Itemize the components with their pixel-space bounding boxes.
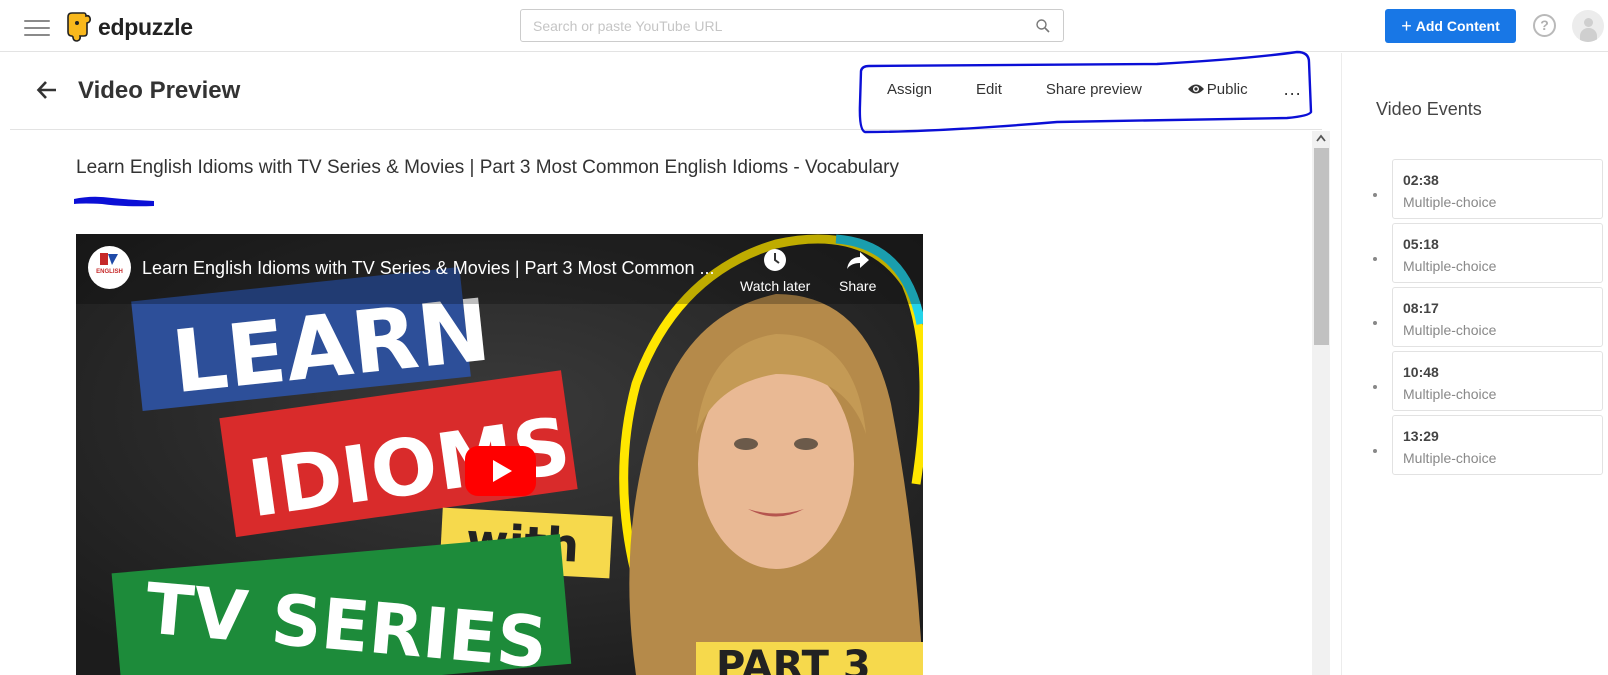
watch-later-button[interactable]: Watch later — [740, 248, 810, 294]
page-title: Video Preview — [78, 77, 241, 104]
search-bar[interactable] — [520, 9, 1064, 42]
plus-icon: + — [1401, 16, 1412, 36]
share-preview-button[interactable]: Share preview — [1046, 81, 1142, 98]
play-button-icon[interactable] — [465, 446, 536, 496]
timeline-dot — [1373, 449, 1377, 453]
channel-logo-icon — [100, 253, 118, 265]
event-item[interactable]: 10:48 Multiple-choice — [1373, 351, 1603, 411]
event-item[interactable]: 08:17 Multiple-choice — [1373, 287, 1603, 347]
timeline-dot — [1373, 385, 1377, 389]
event-type: Multiple-choice — [1403, 194, 1497, 210]
eye-icon — [1187, 84, 1204, 94]
event-time: 05:18 — [1403, 236, 1439, 252]
user-avatar[interactable] — [1572, 10, 1604, 42]
event-type: Multiple-choice — [1403, 258, 1497, 274]
public-label: Public — [1206, 80, 1248, 98]
video-player[interactable]: LEARN IDIOMS with TV SERIES PART 3 ENGLI… — [76, 234, 923, 675]
action-bar: Assign Edit Share preview Public ... — [856, 77, 1302, 101]
event-list: 02:38 Multiple-choice 05:18 Multiple-cho… — [1373, 159, 1603, 479]
search-input[interactable] — [533, 17, 1013, 35]
event-time: 10:48 — [1403, 364, 1439, 380]
event-time: 02:38 — [1403, 172, 1439, 188]
assign-button[interactable]: Assign — [887, 81, 932, 98]
help-icon[interactable]: ? — [1533, 14, 1556, 37]
event-item[interactable]: 02:38 Multiple-choice — [1373, 159, 1603, 219]
event-time: 08:17 — [1403, 300, 1439, 316]
video-events-sidebar: Video Events 02:38 Multiple-choice 05:18… — [1341, 53, 1608, 675]
share-video-button[interactable]: Share — [839, 248, 876, 294]
share-label: Share — [839, 278, 877, 294]
channel-avatar[interactable]: ENGLISH — [88, 246, 131, 289]
more-options-icon[interactable]: ... — [1284, 80, 1302, 98]
event-time: 13:29 — [1403, 428, 1439, 444]
content-scrollbar[interactable] — [1312, 131, 1330, 675]
edpuzzle-logo[interactable]: edpuzzle — [66, 10, 193, 44]
sidebar-title: Video Events — [1376, 99, 1482, 119]
timeline-dot — [1373, 321, 1377, 325]
watch-later-label: Watch later — [740, 278, 811, 294]
back-arrow-icon[interactable] — [36, 79, 58, 101]
timeline-dot — [1373, 257, 1377, 261]
channel-label: ENGLISH — [96, 269, 123, 275]
event-item[interactable]: 05:18 Multiple-choice — [1373, 223, 1603, 283]
main-content: Learn English Idioms with TV Series & Mo… — [10, 131, 1322, 675]
edit-button[interactable]: Edit — [976, 81, 1002, 98]
event-type: Multiple-choice — [1403, 322, 1497, 338]
video-title: Learn English Idioms with TV Series & Mo… — [76, 157, 899, 178]
scroll-up-arrow-icon[interactable] — [1316, 134, 1326, 142]
share-arrow-icon — [846, 252, 869, 269]
clock-icon — [764, 249, 787, 271]
page-header: Video Preview Assign Edit Share preview … — [10, 53, 1322, 130]
add-content-label: Add Content — [1415, 18, 1500, 34]
hamburger-menu-icon[interactable] — [24, 15, 50, 39]
scroll-thumb[interactable] — [1314, 148, 1329, 345]
top-bar: edpuzzle + Add Content ? — [0, 8, 1608, 52]
timeline-dot — [1373, 193, 1377, 197]
add-content-button[interactable]: + Add Content — [1385, 9, 1516, 43]
search-icon[interactable] — [1035, 18, 1051, 34]
logo-text: edpuzzle — [98, 13, 193, 40]
public-toggle-button[interactable]: Public — [1187, 81, 1248, 98]
player-overlay-title[interactable]: Learn English Idioms with TV Series & Mo… — [142, 258, 715, 279]
event-item[interactable]: 13:29 Multiple-choice — [1373, 415, 1603, 475]
annotation-underline — [74, 196, 154, 207]
event-type: Multiple-choice — [1403, 386, 1497, 402]
event-type: Multiple-choice — [1403, 450, 1497, 466]
puzzle-logo-icon — [67, 12, 91, 42]
thumbnail-text-part: PART 3 — [716, 643, 871, 675]
